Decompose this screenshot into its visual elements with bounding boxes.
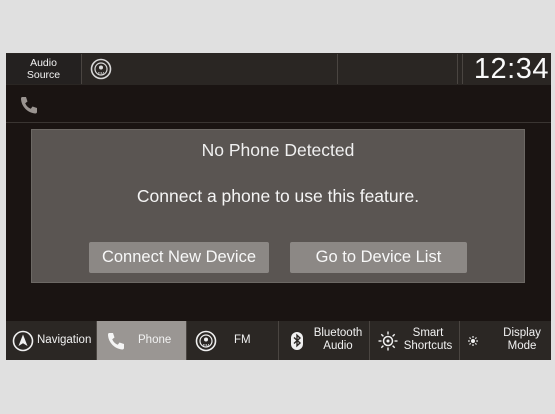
connect-new-device-button[interactable]: Connect New Device [89,242,269,273]
bluetooth-icon [291,332,303,350]
nav-phone-button[interactable]: Phone [97,321,187,360]
dialog-message: Connect a phone to use this feature. [136,186,420,206]
fm-label: FM [234,334,251,346]
display-label-line1: Display [503,327,541,339]
divider [6,122,551,123]
phone-label: Phone [138,334,172,346]
smart-label-line2: Shortcuts [403,340,453,352]
bluetooth-audio-label: Bluetooth Audio [310,327,366,353]
bottom-nav-bar: Navigation Phone FM FM Bluetooth Audio S… [6,321,551,360]
bluetooth-label-line2: Audio [323,340,353,352]
fm-radio-icon: FM [90,58,112,80]
nav-smart-shortcuts-button[interactable]: Smart Shortcuts [370,321,460,360]
status-bar: Audio Source FM 12:34 [6,53,551,85]
nav-display-mode-button[interactable]: Display Mode [460,321,551,360]
infotainment-screen: Audio Source FM 12:34 No Phone Detected … [6,53,551,360]
nav-navigation-button[interactable]: Navigation [6,321,97,360]
current-source-indicator: FM [82,54,338,84]
no-phone-dialog: No Phone Detected Connect a phone to use… [31,129,525,283]
fm-radio-icon: FM [195,330,217,352]
display-label-line2: Mode [507,340,537,352]
audio-source-label-line1: Audio [30,57,57,69]
smart-label-line1: Smart [412,327,444,339]
phone-icon [108,333,124,350]
smart-shortcuts-icon [378,331,398,351]
status-segment [338,54,458,84]
svg-text:FM: FM [203,343,210,348]
display-mode-label: Display Mode [494,327,550,353]
audio-source-label-line2: Source [26,69,61,81]
display-mode-icon [468,336,487,346]
nav-fm-button[interactable]: FM FM [187,321,279,360]
audio-source-button[interactable]: Audio Source [6,54,82,84]
svg-text:FM: FM [98,71,105,76]
navigation-compass-icon [12,330,34,352]
dialog-title: No Phone Detected [201,140,355,160]
clock: 12:34 [462,54,551,84]
go-to-device-list-button[interactable]: Go to Device List [290,242,467,273]
nav-bluetooth-audio-button[interactable]: Bluetooth Audio [279,321,370,360]
bluetooth-label-line1: Bluetooth [313,327,363,339]
navigation-label: Navigation [37,334,92,346]
phone-icon [21,97,37,114]
smart-shortcuts-label: Smart Shortcuts [400,327,456,353]
